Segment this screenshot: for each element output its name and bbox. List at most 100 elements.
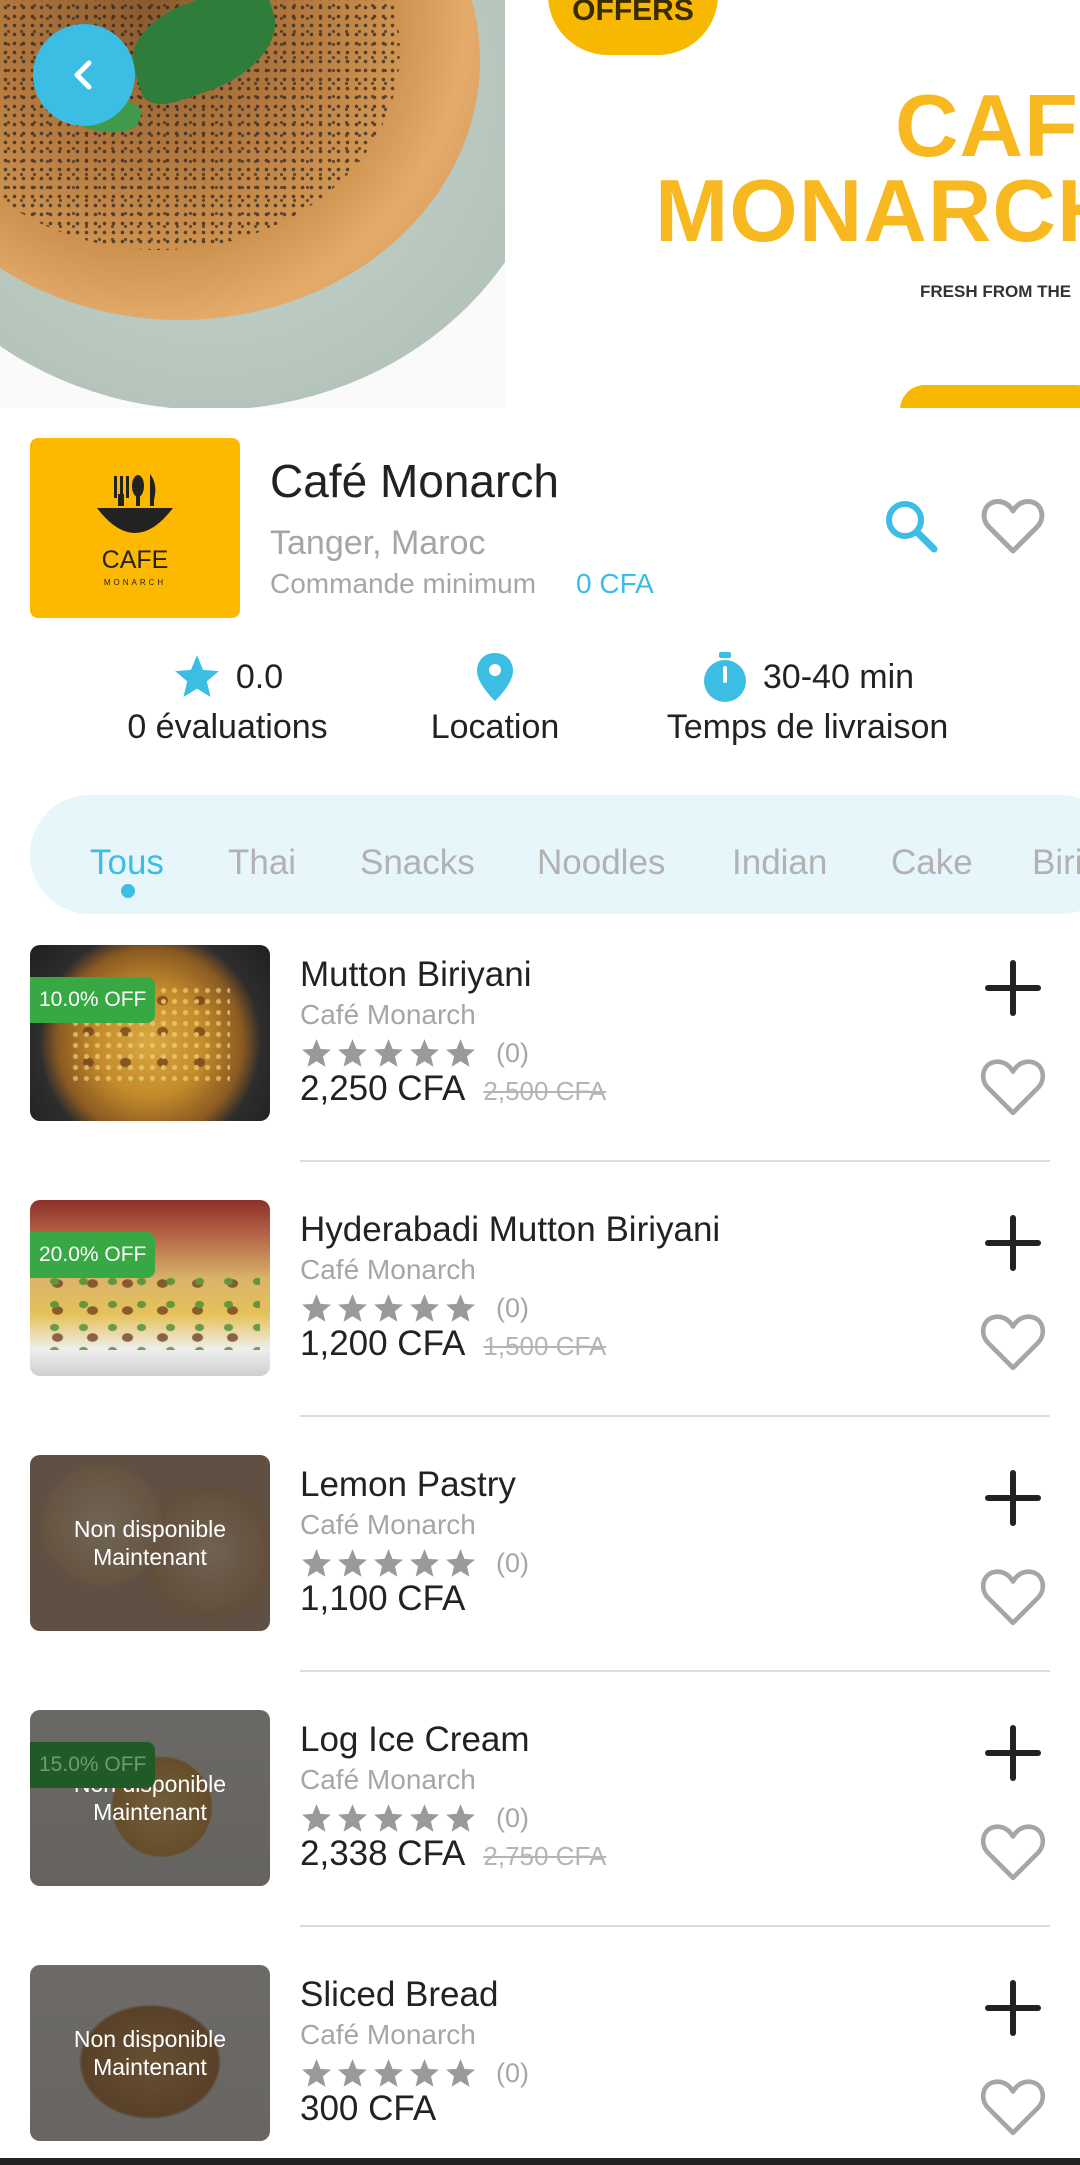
tab-thai[interactable]: Thai [228,843,296,883]
item-price-row: 2,250 CFA 2,500 CFA [300,1069,606,1109]
favorite-item-button[interactable] [978,2075,1048,2139]
unavailable-overlay: Non disponible Maintenant [30,1710,270,1886]
discount-badge: 15.0% OFF [30,1742,156,1788]
divider [300,1160,1050,1162]
add-to-cart-button[interactable] [978,1973,1048,2043]
star-icon [408,2057,441,2090]
favorite-item-button[interactable] [978,1820,1048,1884]
star-icon [372,1547,405,1580]
list-item[interactable]: Non disponible Maintenant 15.0% OFF Log … [0,1710,1080,1965]
favorite-restaurant-button[interactable] [980,495,1046,557]
banner-tagline: FRESH FROM THE [920,282,1072,301]
tab-snacks[interactable]: Snacks [360,843,475,883]
star-icon [444,1547,477,1580]
item-name: Sliced Bread [300,1975,499,2014]
tab-indian[interactable]: Indian [732,843,827,883]
star-icon [408,1037,441,1070]
logo-subtext: MONARCH [103,578,167,587]
item-old-price: 2,500 CFA [483,1076,607,1106]
divider [300,1415,1050,1417]
back-arrow-icon [74,60,92,90]
star-icon [336,1292,369,1325]
star-icon [174,655,219,697]
item-price: 2,250 CFA [300,1069,466,1108]
star-icon [336,2057,369,2090]
heart-icon [978,1565,1048,1634]
rating-value: 0.0 [235,657,284,696]
item-rating: (0) [300,1292,529,1325]
unavailable-sublabel: Maintenant [93,2054,207,2080]
item-rating: (0) [300,1037,529,1070]
heart-icon [978,2075,1048,2144]
search-button[interactable] [880,495,942,557]
star-icon [372,1292,405,1325]
list-item[interactable]: 20.0% OFF Hyderabadi Mutton Biriyani Caf… [0,1200,1080,1455]
delivery-time-value: 30-40 min [762,657,915,696]
logo-text: CAFE [101,546,169,574]
unavailable-overlay: Non disponible Maintenant [30,1455,270,1631]
item-restaurant: Café Monarch [300,1509,476,1540]
heart-icon [978,1055,1048,1124]
unavailable-sublabel: Maintenant [93,1799,207,1825]
add-to-cart-button[interactable] [978,1463,1048,1533]
restaurant-banner: OFFERS CAFE MONARCH FRESH FROM THE [0,0,1080,408]
star-icon [300,1037,333,1070]
back-button[interactable] [33,24,135,126]
location-stat[interactable]: Location [405,650,585,747]
plus-icon [978,953,1048,1028]
location-label: Location [430,708,560,746]
plus-icon [978,1208,1048,1283]
location-pin-icon [477,653,513,701]
tab-cake[interactable]: Cake [891,843,973,883]
plus-icon [978,1463,1048,1538]
item-price-row: 1,200 CFA 1,500 CFA [300,1324,606,1364]
star-icon [444,1037,477,1070]
favorite-item-button[interactable] [978,1565,1048,1629]
add-to-cart-button[interactable] [978,1718,1048,1788]
rating-count: (0) [496,1293,529,1323]
star-icon [372,2057,405,2090]
item-old-price: 2,750 CFA [483,1841,607,1871]
divider [300,1925,1050,1927]
tab-biriyani[interactable]: Biri [1032,843,1080,883]
item-name: Hyderabadi Mutton Biriyani [300,1210,721,1249]
item-price: 300 CFA [300,2089,437,2128]
add-to-cart-button[interactable] [978,953,1048,1023]
item-name: Lemon Pastry [300,1465,516,1504]
food-image [30,1200,270,1376]
banner-pill [900,385,1080,408]
cutlery-bowl-icon [97,474,173,533]
add-to-cart-button[interactable] [978,1208,1048,1278]
list-item[interactable]: Non disponible Maintenant Lemon Pastry C… [0,1455,1080,1710]
star-icon [372,1037,405,1070]
banner-brand-line2: MONARCH [655,161,1080,260]
unavailable-overlay: Non disponible Maintenant [30,1965,270,2141]
star-icon [408,1547,441,1580]
discount-badge: 20.0% OFF [30,1232,156,1278]
favorite-item-button[interactable] [978,1310,1048,1374]
tab-noodles[interactable]: Noodles [537,843,665,883]
timer-icon [703,652,746,702]
star-icon [408,1292,441,1325]
item-rating: (0) [300,2057,529,2090]
food-image [30,945,270,1121]
star-icon [372,1802,405,1835]
tab-tous[interactable]: Tous [90,843,164,883]
restaurant-logo: CAFE MONARCH [30,438,240,618]
star-icon [300,1292,333,1325]
star-icon [300,2057,333,2090]
star-icon [300,1802,333,1835]
list-item[interactable]: Non disponible Maintenant Sliced Bread C… [0,1965,1080,2165]
rating-count-label: 0 évaluations [127,708,328,746]
rating-count: (0) [496,2058,529,2088]
star-icon [444,1292,477,1325]
item-price-row: 1,100 CFA [300,1579,465,1619]
bottom-edge [0,2158,1080,2165]
star-icon [444,2057,477,2090]
item-rating: (0) [300,1802,529,1835]
active-tab-indicator [121,884,135,898]
heart-icon [978,1310,1048,1379]
favorite-item-button[interactable] [978,1055,1048,1119]
list-item[interactable]: 10.0% OFF Mutton Biriyani Café Monarch (… [0,945,1080,1200]
item-rating: (0) [300,1547,529,1580]
